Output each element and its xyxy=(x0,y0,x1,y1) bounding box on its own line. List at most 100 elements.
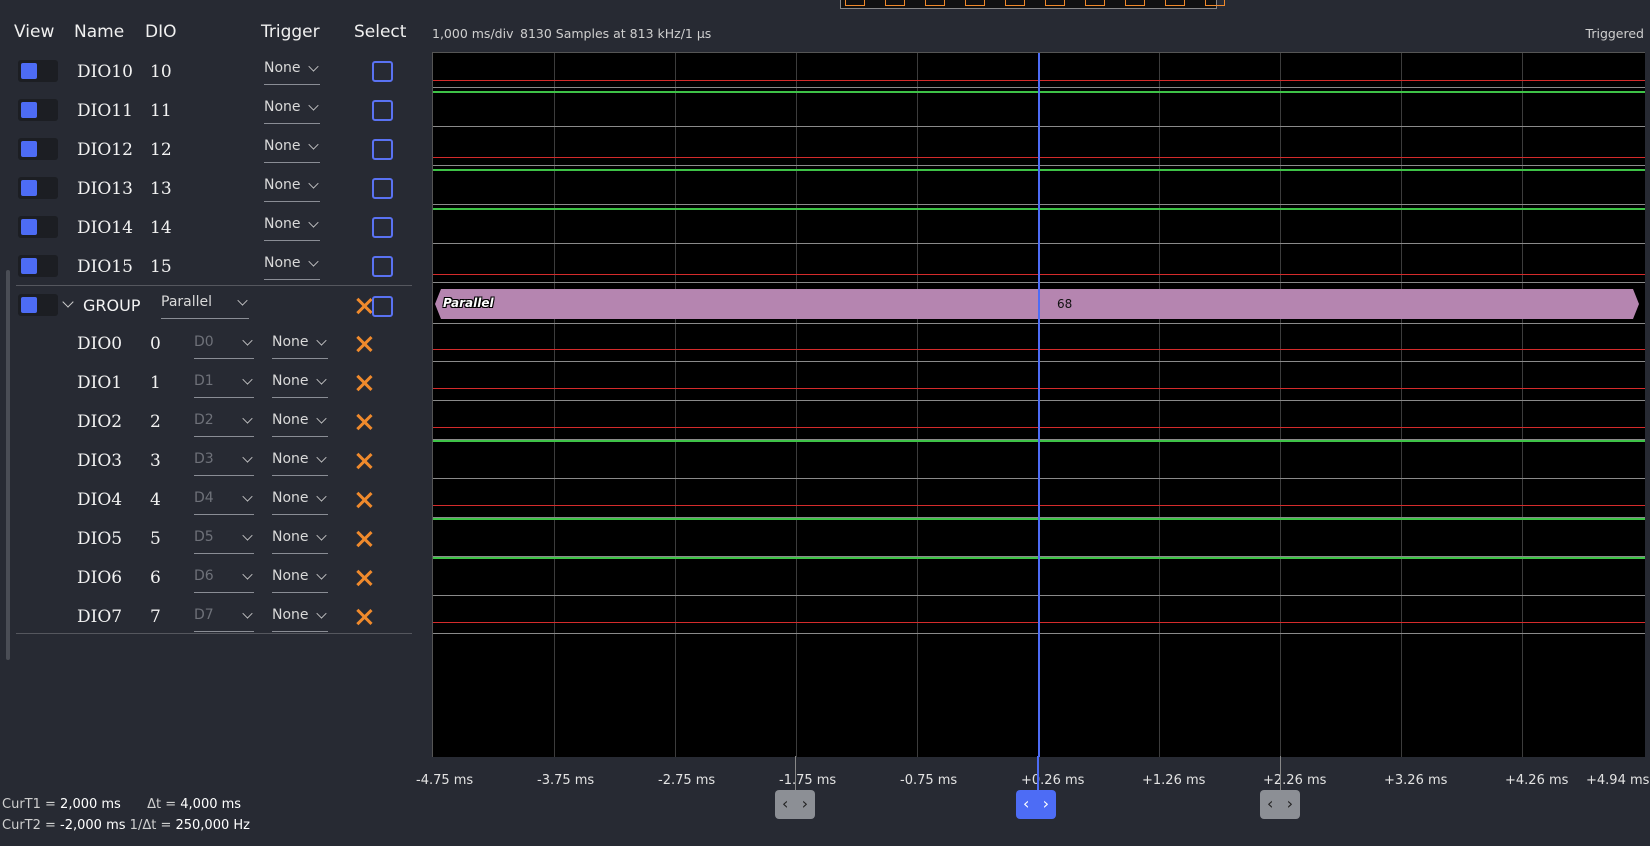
cursor-center-nav-button[interactable]: ‹ › xyxy=(1016,790,1056,819)
remove-icon[interactable] xyxy=(355,413,373,431)
chevron-down-icon xyxy=(308,139,319,150)
sidebar-scrollbar[interactable] xyxy=(6,270,10,660)
overview-mark xyxy=(1205,0,1225,6)
member-dio: 0 xyxy=(150,334,161,354)
bus-label: Parallel xyxy=(443,296,494,310)
remove-icon[interactable] xyxy=(355,491,373,509)
trigger-select[interactable]: None xyxy=(264,95,320,124)
bit-select[interactable]: D5 xyxy=(194,525,254,554)
group-member-row: DIO1 1 D1 None xyxy=(16,363,412,402)
select-checkbox[interactable] xyxy=(372,100,393,121)
chevron-down-icon xyxy=(242,374,253,385)
select-checkbox[interactable] xyxy=(372,61,393,82)
chevron-down-icon xyxy=(316,374,327,385)
chevron-down-icon xyxy=(308,217,319,228)
member-name: DIO3 xyxy=(77,451,123,471)
view-toggle[interactable] xyxy=(18,177,58,199)
channel-dio: 13 xyxy=(150,179,172,199)
trigger-select[interactable]: None xyxy=(264,251,320,280)
bit-select[interactable]: D1 xyxy=(194,369,254,398)
member-dio: 7 xyxy=(150,607,161,627)
view-toggle[interactable] xyxy=(18,138,58,160)
view-toggle[interactable] xyxy=(18,216,58,238)
trigger-select[interactable]: None xyxy=(272,564,328,593)
select-checkbox[interactable] xyxy=(372,139,393,160)
member-name: DIO0 xyxy=(77,334,123,354)
cursor-status-2: CurT2 = -2,000 ms 1/Δt = 250,000 Hz xyxy=(2,818,250,833)
group-member-row: DIO5 5 D5 None xyxy=(16,519,412,558)
member-dio: 4 xyxy=(150,490,161,510)
group-remove-icon[interactable] xyxy=(355,297,373,315)
bit-select[interactable]: D0 xyxy=(194,330,254,359)
trigger-select[interactable]: None xyxy=(272,369,328,398)
time-tick-label: -1.75 ms xyxy=(779,773,837,788)
overview-mark xyxy=(1085,0,1105,6)
trigger-select[interactable]: None xyxy=(272,525,328,554)
bit-select[interactable]: D2 xyxy=(194,408,254,437)
time-tick-label: +3.26 ms xyxy=(1384,773,1448,788)
group-label: GROUP xyxy=(83,296,141,315)
waveform-plot[interactable]: Parallel 68 xyxy=(432,52,1645,757)
select-checkbox[interactable] xyxy=(372,217,393,238)
view-toggle[interactable] xyxy=(18,99,58,121)
channel-row: DIO12 12 None xyxy=(16,130,412,169)
header-trigger: Trigger xyxy=(261,22,320,42)
chevron-down-icon xyxy=(242,413,253,424)
member-dio: 3 xyxy=(150,451,161,471)
group-type-select[interactable]: Parallel xyxy=(161,290,249,319)
select-checkbox[interactable] xyxy=(372,178,393,199)
overview-strip[interactable] xyxy=(840,0,1225,9)
trigger-select[interactable]: None xyxy=(264,56,320,85)
bit-select[interactable]: D6 xyxy=(194,564,254,593)
select-checkbox[interactable] xyxy=(372,256,393,277)
remove-icon[interactable] xyxy=(355,530,373,548)
chevron-down-icon xyxy=(316,491,327,502)
grid-line xyxy=(1401,53,1402,757)
overview-mark xyxy=(845,0,865,6)
overview-mark xyxy=(1125,0,1145,6)
trigger-status: Triggered xyxy=(1585,26,1644,41)
group-select-checkbox[interactable] xyxy=(372,296,393,317)
trigger-select[interactable]: None xyxy=(272,486,328,515)
chevron-down-icon xyxy=(242,608,253,619)
grid-line xyxy=(675,53,676,757)
remove-icon[interactable] xyxy=(355,452,373,470)
remove-icon[interactable] xyxy=(355,569,373,587)
trigger-select[interactable]: None xyxy=(272,447,328,476)
member-name: DIO6 xyxy=(77,568,123,588)
cursor1-nav-button[interactable]: ‹ › xyxy=(775,790,815,819)
grid-line xyxy=(1280,53,1281,757)
time-tick-label: +4.26 ms xyxy=(1505,773,1569,788)
timebase-label: 1,000 ms/div xyxy=(432,26,514,41)
chevron-down-icon xyxy=(316,335,327,346)
trigger-select[interactable]: None xyxy=(264,212,320,241)
trigger-select[interactable]: None xyxy=(272,603,328,632)
group-view-toggle[interactable] xyxy=(18,294,58,316)
trigger-select[interactable]: None xyxy=(272,330,328,359)
time-tick-label: -3.75 ms xyxy=(537,773,595,788)
cursor2-nav-button[interactable]: ‹ › xyxy=(1260,790,1300,819)
trigger-select[interactable]: None xyxy=(264,134,320,163)
remove-icon[interactable] xyxy=(355,608,373,626)
remove-icon[interactable] xyxy=(355,335,373,353)
cursor1-tick xyxy=(795,756,796,790)
bit-select[interactable]: D4 xyxy=(194,486,254,515)
overview-mark xyxy=(885,0,905,6)
chevron-down-icon xyxy=(242,491,253,502)
channel-row: DIO11 11 None xyxy=(16,91,412,130)
view-toggle[interactable] xyxy=(18,255,58,277)
group-collapse-chevron-icon[interactable] xyxy=(62,296,74,308)
overview-mark xyxy=(1045,0,1065,6)
view-toggle[interactable] xyxy=(18,60,58,82)
remove-icon[interactable] xyxy=(355,374,373,392)
channel-dio: 14 xyxy=(150,218,172,238)
cursor-line-center[interactable] xyxy=(1038,53,1040,757)
time-tick-label: -0.75 ms xyxy=(900,773,958,788)
grid-line xyxy=(796,53,797,757)
bus-parallel[interactable]: Parallel 68 xyxy=(435,289,1639,319)
time-tick-label: +1.26 ms xyxy=(1142,773,1206,788)
trigger-select[interactable]: None xyxy=(264,173,320,202)
bit-select[interactable]: D3 xyxy=(194,447,254,476)
trigger-select[interactable]: None xyxy=(272,408,328,437)
bit-select[interactable]: D7 xyxy=(194,603,254,632)
